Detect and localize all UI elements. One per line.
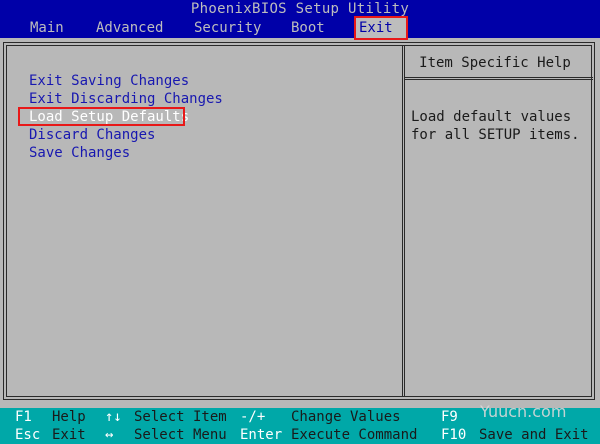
save-and-exit-label: Save and Exit	[479, 427, 589, 443]
option-save-changes[interactable]: Save Changes	[29, 144, 223, 162]
select-item-label: Select Item	[134, 409, 227, 425]
change-values-label: Change Values	[291, 409, 401, 425]
select-menu-label: Select Menu	[134, 427, 227, 443]
help-text: Load default values for all SETUP items.	[411, 109, 580, 143]
watermark: Yuucn.com	[480, 402, 567, 421]
left-right-arrows-icon: ↔	[105, 427, 114, 443]
esc-key: Esc	[15, 427, 41, 443]
menu-security[interactable]: Security	[191, 18, 264, 38]
option-exit-discarding-changes[interactable]: Exit Discarding Changes	[29, 90, 223, 108]
bios-title: PhoenixBIOS Setup Utility	[0, 0, 600, 18]
exit-options-list: Exit Saving Changes Exit Discarding Chan…	[18, 72, 223, 162]
menu-exit[interactable]: Exit	[354, 16, 408, 40]
esc-label: Exit	[52, 427, 86, 443]
help-title-divider	[404, 77, 593, 80]
menu-bar: Main Advanced Security Boot Exit	[0, 16, 600, 40]
panel-divider	[402, 45, 405, 397]
help-title: Item Specific Help	[419, 55, 571, 71]
minus-plus-key: -/+	[240, 409, 266, 425]
up-down-arrows-icon: ↑↓	[105, 409, 122, 425]
f1-label: Help	[52, 409, 86, 425]
f10-key: F10	[441, 427, 467, 443]
menu-main[interactable]: Main	[27, 18, 67, 38]
f9-key: F9	[441, 409, 458, 425]
option-load-setup-defaults[interactable]: Load Setup Defaults	[18, 107, 223, 126]
menu-boot[interactable]: Boot	[288, 18, 328, 38]
option-exit-saving-changes[interactable]: Exit Saving Changes	[29, 72, 223, 90]
f1-key: F1	[15, 409, 32, 425]
enter-key: Enter	[240, 427, 283, 443]
option-discard-changes[interactable]: Discard Changes	[29, 126, 223, 144]
execute-command-label: Execute Command	[291, 427, 418, 443]
menu-advanced[interactable]: Advanced	[93, 18, 166, 38]
